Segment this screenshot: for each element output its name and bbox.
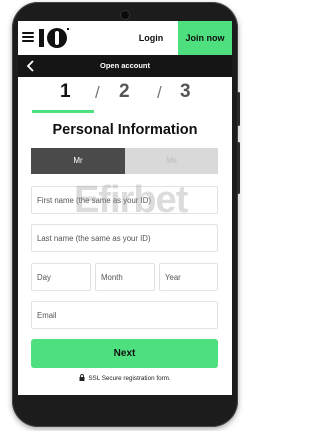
page-title: Open account <box>99 61 150 70</box>
email-placeholder: Email <box>37 311 57 320</box>
email-field[interactable]: Email <box>31 301 218 329</box>
last-name-field[interactable]: Last name (the same as your ID) <box>31 224 218 252</box>
dob-year-placeholder: Year <box>165 273 181 282</box>
next-button[interactable]: Next <box>31 339 218 368</box>
section-title: Personal Information <box>52 122 198 138</box>
step-3: 3 <box>180 81 191 102</box>
dob-month-placeholder: Month <box>101 273 123 282</box>
active-step-underline <box>32 110 94 113</box>
step-1: 1 <box>60 81 71 102</box>
app-screen: Login Join now Open account 1 / 2 / 3 Pe… <box>18 21 232 395</box>
dob-day-placeholder: Day <box>37 273 51 282</box>
ssl-secure-text: SSL Secure registration form. <box>88 375 171 382</box>
login-button[interactable]: Login <box>123 21 179 55</box>
salutation-mr-option[interactable]: Mr <box>31 148 125 174</box>
ssl-secure-note: SSL Secure registration form. <box>18 374 232 382</box>
hamburger-menu-icon[interactable] <box>22 32 34 42</box>
power-button <box>237 142 240 194</box>
dob-day-field[interactable]: Day <box>31 263 91 291</box>
salutation-toggle: Mr Ms <box>31 148 218 174</box>
front-camera <box>121 11 129 19</box>
join-now-button[interactable]: Join now <box>178 21 232 55</box>
step-separator: / <box>157 83 162 102</box>
dob-month-field[interactable]: Month <box>95 263 155 291</box>
volume-button <box>237 92 240 126</box>
phone-chin <box>18 395 232 415</box>
watermark: Efirbet <box>74 179 188 221</box>
chevron-left-icon[interactable] <box>24 59 38 73</box>
brand-logo-icon[interactable] <box>38 26 74 50</box>
top-header: Login Join now <box>18 21 232 55</box>
step-2: 2 <box>119 81 130 102</box>
sub-header: Open account <box>18 55 232 77</box>
step-separator: / <box>95 83 100 102</box>
lock-icon <box>79 374 85 381</box>
dob-year-field[interactable]: Year <box>159 263 218 291</box>
step-indicator: 1 / 2 / 3 <box>18 77 232 115</box>
last-name-placeholder: Last name (the same as your ID) <box>37 234 151 243</box>
salutation-ms-option[interactable]: Ms <box>125 148 218 174</box>
